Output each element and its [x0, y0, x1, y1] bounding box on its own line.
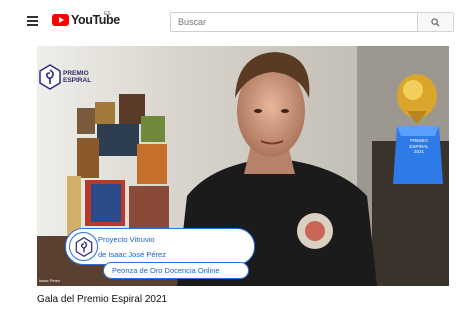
trophy-graphic — [389, 66, 447, 191]
award-name: Peonza de Oro Docencia Online — [112, 266, 220, 275]
youtube-logo-icon — [52, 14, 69, 26]
trophy-label: PREMIO ESPIRAL 2021 — [397, 138, 441, 155]
lower-third-award: Peonza de Oro Docencia Online — [103, 262, 249, 279]
brand-line-1: PREMIO — [63, 70, 89, 77]
project-author: de Isaac José Pérez — [98, 250, 166, 259]
spiral-seal-icon — [69, 232, 98, 261]
search-input[interactable] — [170, 12, 418, 32]
search-button[interactable] — [418, 12, 454, 32]
search-icon — [431, 17, 440, 27]
lower-third-project: Proyecto Vitruvio de Isaac José Pérez — [65, 228, 255, 265]
camera-label: Isaac Pérez — [39, 278, 61, 283]
logo-text: YouTube — [71, 13, 120, 27]
spiral-logo-icon — [39, 64, 61, 90]
video-player[interactable]: PREMIO ESPIRAL PREMIO ESPIRAL 2021 Proye… — [37, 46, 449, 286]
masthead: YouTube ES — [0, 0, 466, 44]
video-title: Gala del Premio Espiral 2021 — [37, 294, 168, 305]
menu-icon[interactable] — [27, 16, 38, 26]
trophy-line-3: 2021 — [413, 149, 424, 154]
trophy-icon — [393, 74, 443, 184]
project-name: Proyecto Vitruvio — [98, 235, 155, 244]
region-code: ES — [104, 11, 111, 17]
brand-line-2: ESPIRAL — [63, 77, 92, 84]
premio-espiral-logo: PREMIO ESPIRAL — [39, 64, 91, 90]
